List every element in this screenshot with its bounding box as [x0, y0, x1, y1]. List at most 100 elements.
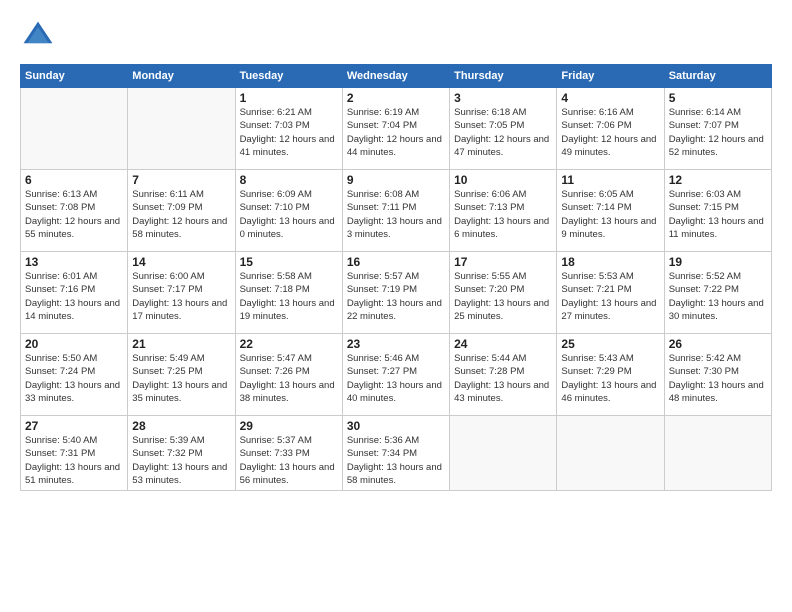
calendar-day-cell: 24Sunrise: 5:44 AM Sunset: 7:28 PM Dayli… — [450, 334, 557, 416]
calendar-day-cell: 8Sunrise: 6:09 AM Sunset: 7:10 PM Daylig… — [235, 170, 342, 252]
day-info: Sunrise: 6:16 AM Sunset: 7:06 PM Dayligh… — [561, 106, 659, 159]
day-number: 6 — [25, 173, 123, 187]
day-info: Sunrise: 5:44 AM Sunset: 7:28 PM Dayligh… — [454, 352, 552, 405]
calendar-day-cell — [557, 416, 664, 491]
calendar-week-row: 13Sunrise: 6:01 AM Sunset: 7:16 PM Dayli… — [21, 252, 772, 334]
calendar-day-cell: 1Sunrise: 6:21 AM Sunset: 7:03 PM Daylig… — [235, 88, 342, 170]
day-number: 9 — [347, 173, 445, 187]
day-number: 7 — [132, 173, 230, 187]
day-info: Sunrise: 5:37 AM Sunset: 7:33 PM Dayligh… — [240, 434, 338, 487]
day-info: Sunrise: 5:36 AM Sunset: 7:34 PM Dayligh… — [347, 434, 445, 487]
day-info: Sunrise: 6:05 AM Sunset: 7:14 PM Dayligh… — [561, 188, 659, 241]
day-of-week-header: Monday — [128, 65, 235, 88]
calendar-day-cell: 22Sunrise: 5:47 AM Sunset: 7:26 PM Dayli… — [235, 334, 342, 416]
day-number: 18 — [561, 255, 659, 269]
header-row: SundayMondayTuesdayWednesdayThursdayFrid… — [21, 65, 772, 88]
calendar-header: SundayMondayTuesdayWednesdayThursdayFrid… — [21, 65, 772, 88]
day-info: Sunrise: 6:19 AM Sunset: 7:04 PM Dayligh… — [347, 106, 445, 159]
calendar-body: 1Sunrise: 6:21 AM Sunset: 7:03 PM Daylig… — [21, 88, 772, 491]
day-of-week-header: Sunday — [21, 65, 128, 88]
page: SundayMondayTuesdayWednesdayThursdayFrid… — [0, 0, 792, 612]
day-number: 21 — [132, 337, 230, 351]
day-info: Sunrise: 6:00 AM Sunset: 7:17 PM Dayligh… — [132, 270, 230, 323]
day-number: 28 — [132, 419, 230, 433]
day-number: 27 — [25, 419, 123, 433]
day-number: 20 — [25, 337, 123, 351]
day-info: Sunrise: 5:57 AM Sunset: 7:19 PM Dayligh… — [347, 270, 445, 323]
calendar-day-cell — [21, 88, 128, 170]
logo — [20, 18, 60, 54]
day-info: Sunrise: 6:08 AM Sunset: 7:11 PM Dayligh… — [347, 188, 445, 241]
day-info: Sunrise: 6:01 AM Sunset: 7:16 PM Dayligh… — [25, 270, 123, 323]
day-info: Sunrise: 6:09 AM Sunset: 7:10 PM Dayligh… — [240, 188, 338, 241]
day-number: 23 — [347, 337, 445, 351]
day-number: 5 — [669, 91, 767, 105]
calendar-day-cell — [664, 416, 771, 491]
day-info: Sunrise: 5:39 AM Sunset: 7:32 PM Dayligh… — [132, 434, 230, 487]
calendar-day-cell: 25Sunrise: 5:43 AM Sunset: 7:29 PM Dayli… — [557, 334, 664, 416]
day-info: Sunrise: 6:13 AM Sunset: 7:08 PM Dayligh… — [25, 188, 123, 241]
day-number: 16 — [347, 255, 445, 269]
day-number: 24 — [454, 337, 552, 351]
calendar-day-cell: 29Sunrise: 5:37 AM Sunset: 7:33 PM Dayli… — [235, 416, 342, 491]
calendar-day-cell: 3Sunrise: 6:18 AM Sunset: 7:05 PM Daylig… — [450, 88, 557, 170]
day-info: Sunrise: 6:21 AM Sunset: 7:03 PM Dayligh… — [240, 106, 338, 159]
calendar-day-cell: 20Sunrise: 5:50 AM Sunset: 7:24 PM Dayli… — [21, 334, 128, 416]
calendar-day-cell — [128, 88, 235, 170]
day-number: 2 — [347, 91, 445, 105]
day-of-week-header: Saturday — [664, 65, 771, 88]
day-number: 8 — [240, 173, 338, 187]
calendar-day-cell — [450, 416, 557, 491]
day-number: 10 — [454, 173, 552, 187]
day-number: 4 — [561, 91, 659, 105]
calendar-day-cell: 17Sunrise: 5:55 AM Sunset: 7:20 PM Dayli… — [450, 252, 557, 334]
day-info: Sunrise: 5:40 AM Sunset: 7:31 PM Dayligh… — [25, 434, 123, 487]
calendar-day-cell: 16Sunrise: 5:57 AM Sunset: 7:19 PM Dayli… — [342, 252, 449, 334]
calendar-table: SundayMondayTuesdayWednesdayThursdayFrid… — [20, 64, 772, 491]
calendar-day-cell: 12Sunrise: 6:03 AM Sunset: 7:15 PM Dayli… — [664, 170, 771, 252]
day-of-week-header: Thursday — [450, 65, 557, 88]
calendar-day-cell: 4Sunrise: 6:16 AM Sunset: 7:06 PM Daylig… — [557, 88, 664, 170]
day-number: 14 — [132, 255, 230, 269]
day-info: Sunrise: 5:55 AM Sunset: 7:20 PM Dayligh… — [454, 270, 552, 323]
calendar-day-cell: 26Sunrise: 5:42 AM Sunset: 7:30 PM Dayli… — [664, 334, 771, 416]
calendar-week-row: 20Sunrise: 5:50 AM Sunset: 7:24 PM Dayli… — [21, 334, 772, 416]
calendar-day-cell: 15Sunrise: 5:58 AM Sunset: 7:18 PM Dayli… — [235, 252, 342, 334]
day-info: Sunrise: 5:52 AM Sunset: 7:22 PM Dayligh… — [669, 270, 767, 323]
calendar-day-cell: 7Sunrise: 6:11 AM Sunset: 7:09 PM Daylig… — [128, 170, 235, 252]
calendar-day-cell: 19Sunrise: 5:52 AM Sunset: 7:22 PM Dayli… — [664, 252, 771, 334]
calendar-day-cell: 11Sunrise: 6:05 AM Sunset: 7:14 PM Dayli… — [557, 170, 664, 252]
calendar-day-cell: 27Sunrise: 5:40 AM Sunset: 7:31 PM Dayli… — [21, 416, 128, 491]
day-number: 3 — [454, 91, 552, 105]
day-of-week-header: Wednesday — [342, 65, 449, 88]
calendar-day-cell: 5Sunrise: 6:14 AM Sunset: 7:07 PM Daylig… — [664, 88, 771, 170]
calendar-day-cell: 13Sunrise: 6:01 AM Sunset: 7:16 PM Dayli… — [21, 252, 128, 334]
day-info: Sunrise: 6:11 AM Sunset: 7:09 PM Dayligh… — [132, 188, 230, 241]
calendar-day-cell: 28Sunrise: 5:39 AM Sunset: 7:32 PM Dayli… — [128, 416, 235, 491]
day-info: Sunrise: 5:53 AM Sunset: 7:21 PM Dayligh… — [561, 270, 659, 323]
day-number: 11 — [561, 173, 659, 187]
logo-icon — [20, 18, 56, 54]
day-number: 1 — [240, 91, 338, 105]
day-number: 29 — [240, 419, 338, 433]
day-of-week-header: Tuesday — [235, 65, 342, 88]
calendar-day-cell: 18Sunrise: 5:53 AM Sunset: 7:21 PM Dayli… — [557, 252, 664, 334]
calendar-week-row: 1Sunrise: 6:21 AM Sunset: 7:03 PM Daylig… — [21, 88, 772, 170]
calendar-day-cell: 6Sunrise: 6:13 AM Sunset: 7:08 PM Daylig… — [21, 170, 128, 252]
day-info: Sunrise: 6:18 AM Sunset: 7:05 PM Dayligh… — [454, 106, 552, 159]
day-info: Sunrise: 5:43 AM Sunset: 7:29 PM Dayligh… — [561, 352, 659, 405]
calendar-day-cell: 9Sunrise: 6:08 AM Sunset: 7:11 PM Daylig… — [342, 170, 449, 252]
calendar-week-row: 6Sunrise: 6:13 AM Sunset: 7:08 PM Daylig… — [21, 170, 772, 252]
day-info: Sunrise: 5:49 AM Sunset: 7:25 PM Dayligh… — [132, 352, 230, 405]
day-number: 15 — [240, 255, 338, 269]
day-number: 17 — [454, 255, 552, 269]
day-info: Sunrise: 5:50 AM Sunset: 7:24 PM Dayligh… — [25, 352, 123, 405]
day-info: Sunrise: 6:06 AM Sunset: 7:13 PM Dayligh… — [454, 188, 552, 241]
day-number: 30 — [347, 419, 445, 433]
calendar-week-row: 27Sunrise: 5:40 AM Sunset: 7:31 PM Dayli… — [21, 416, 772, 491]
day-info: Sunrise: 5:42 AM Sunset: 7:30 PM Dayligh… — [669, 352, 767, 405]
day-number: 22 — [240, 337, 338, 351]
header — [20, 18, 772, 54]
day-of-week-header: Friday — [557, 65, 664, 88]
calendar-day-cell: 30Sunrise: 5:36 AM Sunset: 7:34 PM Dayli… — [342, 416, 449, 491]
